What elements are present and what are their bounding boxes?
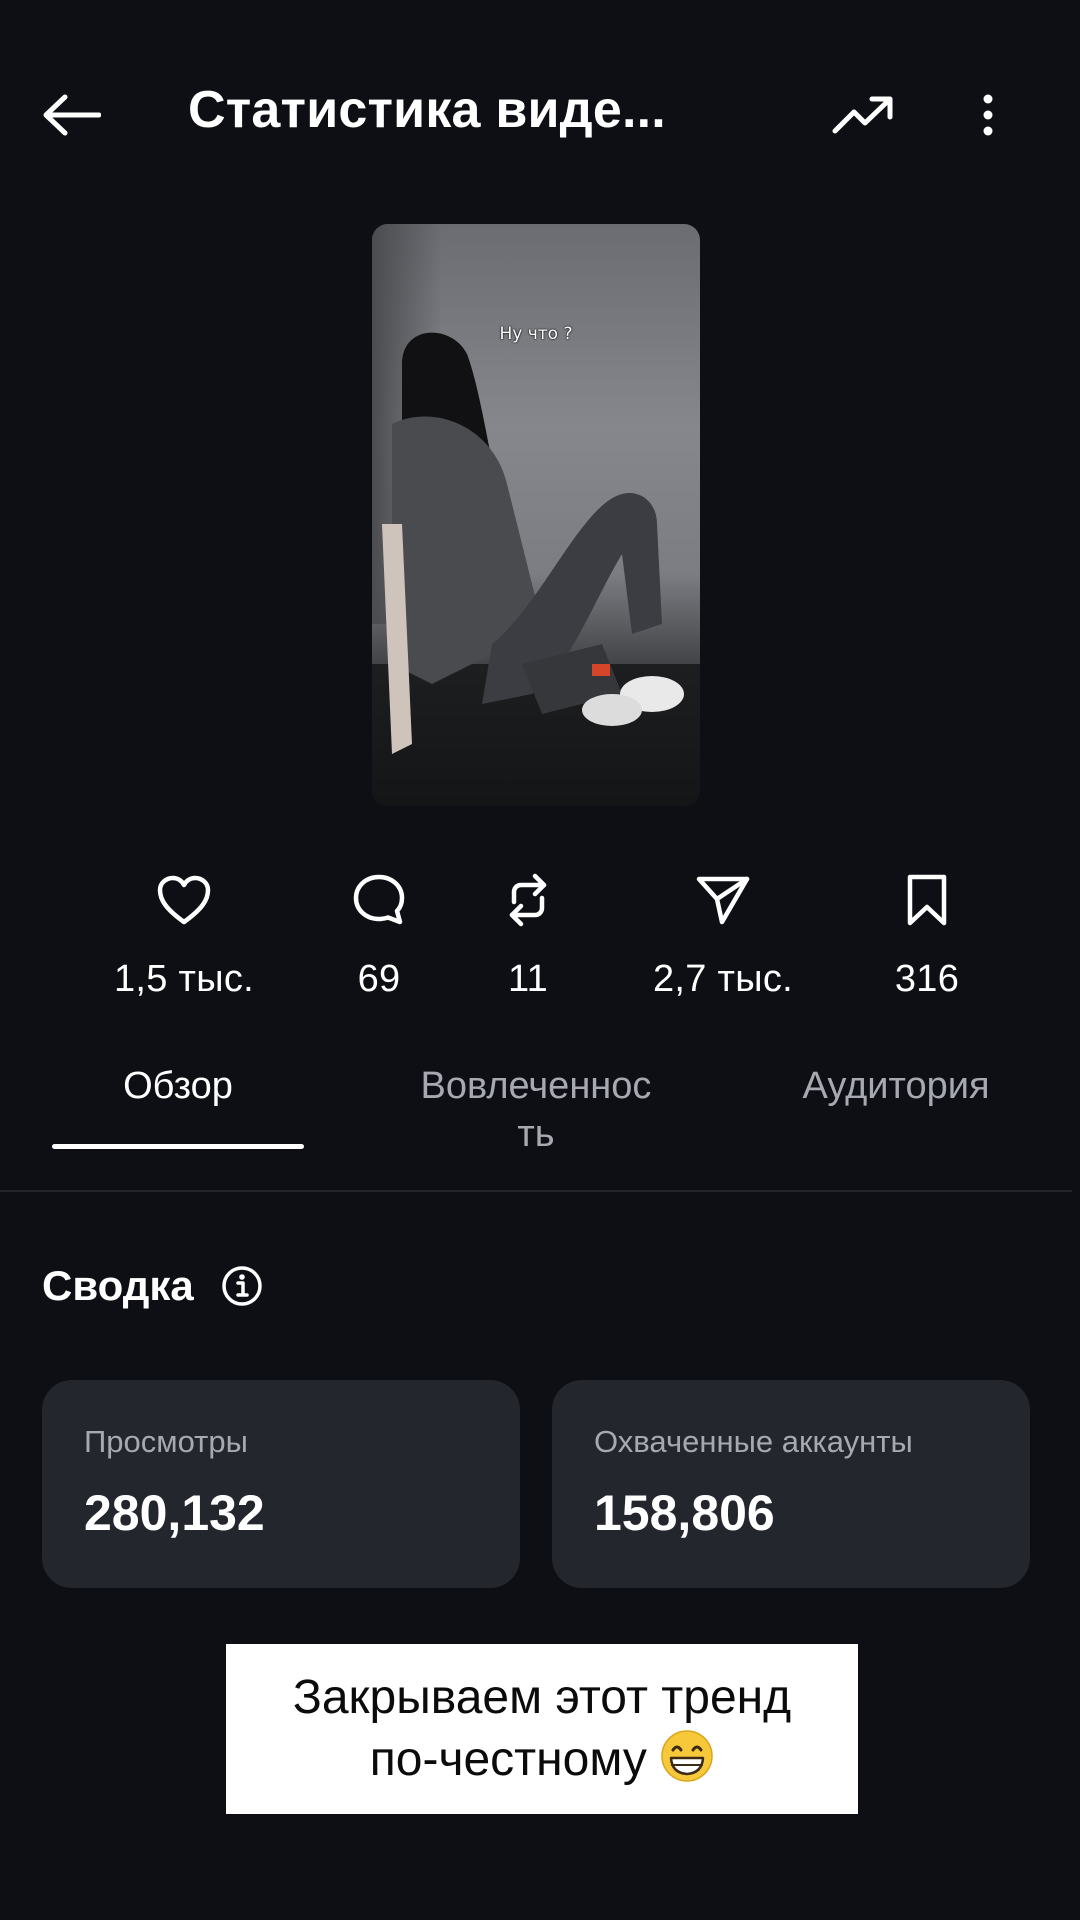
- reach-value: 158,806: [594, 1485, 775, 1541]
- more-options-button[interactable]: [966, 80, 1010, 150]
- reposts-count: 11: [507, 958, 549, 1000]
- active-tab-indicator: [52, 1144, 304, 1149]
- reposts-button[interactable]: [438, 870, 618, 930]
- arrow-left-icon: [43, 94, 101, 136]
- saves-count: 316: [894, 958, 960, 1000]
- info-icon: [222, 1266, 262, 1306]
- tabs-divider: [0, 1190, 1072, 1192]
- shares-button[interactable]: [633, 870, 813, 930]
- views-card[interactable]: Просмотры 280,132: [42, 1380, 520, 1588]
- grinning-face-emoji-icon: [661, 1730, 713, 1782]
- tab-engagement[interactable]: Вовлеченнос ть: [400, 1062, 672, 1158]
- views-value: 280,132: [84, 1485, 265, 1541]
- thumbnail-person-figure: [382, 332, 684, 754]
- reach-card[interactable]: Охваченные аккаунты 158,806: [552, 1380, 1030, 1588]
- tab-engagement-label-line2: ть: [517, 1113, 555, 1155]
- more-vertical-icon: [983, 94, 993, 136]
- video-thumbnail[interactable]: Ну что ?: [372, 224, 700, 806]
- section-title: Сводка: [42, 1262, 194, 1309]
- stat-reposts: 11: [438, 870, 618, 1001]
- views-label: Просмотры: [84, 1424, 248, 1459]
- tab-overview[interactable]: Обзор: [52, 1062, 304, 1110]
- tab-engagement-label-line1: Вовлеченнос: [420, 1065, 652, 1107]
- saves-button[interactable]: [837, 870, 1017, 930]
- likes-count: 1,5 тыс.: [113, 958, 255, 1000]
- heart-icon: [157, 875, 211, 925]
- caption-sticker: Закрываем этот тренд по-честному: [226, 1644, 858, 1814]
- trending-button[interactable]: [826, 80, 900, 150]
- caption-line-2-text: по-честному: [369, 1733, 647, 1786]
- bookmark-icon: [907, 874, 947, 926]
- top-app-bar: Статистика виде...: [0, 60, 1080, 160]
- trending-up-icon: [832, 96, 893, 134]
- reach-label: Охваченные аккаунты: [594, 1424, 913, 1459]
- stat-likes: 1,5 тыс.: [94, 870, 274, 1001]
- likes-button[interactable]: [94, 870, 274, 930]
- caption-line-2: по-честному: [226, 1729, 858, 1791]
- tab-audience[interactable]: Аудитория: [780, 1062, 1012, 1110]
- page-title: Статистика виде...: [188, 81, 666, 139]
- comment-icon: [353, 874, 405, 925]
- back-button[interactable]: [38, 82, 104, 148]
- repost-icon: [509, 873, 547, 927]
- stat-saves: 316: [837, 870, 1017, 1001]
- stat-shares: 2,7 тыс.: [633, 870, 813, 1001]
- share-icon: [696, 876, 750, 925]
- video-overlay-text: Ну что ?: [499, 324, 573, 344]
- summary-info-button[interactable]: [220, 1264, 264, 1308]
- caption-line-1: Закрываем этот тренд: [292, 1671, 792, 1724]
- shares-count: 2,7 тыс.: [652, 958, 794, 1000]
